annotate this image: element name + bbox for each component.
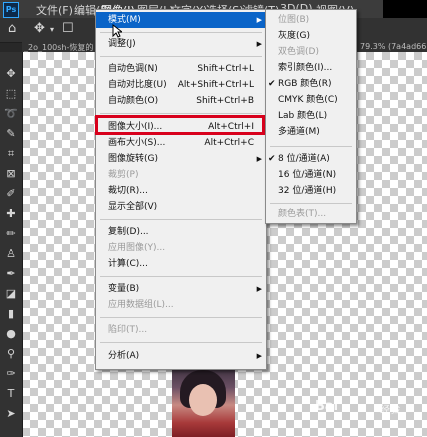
chevron-down-icon[interactable]: ▾ [50, 25, 54, 34]
blur-tool-icon[interactable]: ● [3, 326, 19, 342]
mode-item-duotone: 双色调(D) [278, 47, 319, 57]
menu-item-analysis[interactable]: 分析(A) ▶ [96, 348, 266, 364]
submenu-arrow-icon: ▶ [256, 285, 262, 293]
photo-face [189, 384, 217, 416]
portrait-photo [172, 366, 235, 437]
menu-separator [270, 146, 352, 147]
menu-separator [100, 317, 262, 318]
mode-item-indexed-color[interactable]: 索引颜色(I)... [266, 60, 356, 76]
history-brush-tool-icon[interactable]: ✒ [3, 266, 19, 282]
lasso-tool-icon[interactable]: ➰ [3, 106, 19, 122]
submenu-arrow-icon: ▶ [256, 40, 262, 48]
move-tool-icon[interactable]: ✥ [3, 66, 19, 82]
marquee-tool-icon[interactable]: ⬚ [3, 86, 19, 102]
menu-item-trap: 陷印(T)... [108, 325, 148, 335]
menu-separator [100, 342, 262, 343]
menu-item-canvas-size[interactable]: 画布大小(S)... Alt+Ctrl+C [96, 135, 266, 151]
menu-item-trim[interactable]: 裁切(R)... [96, 183, 266, 199]
image-menu: 模式(M) ▶ 调整(J) ▶ 自动色调(N) Shift+Ctrl+L 自动对… [95, 9, 267, 370]
frame-tool-icon[interactable]: ⊠ [3, 166, 19, 182]
clone-stamp-tool-icon[interactable]: ♙ [3, 246, 19, 262]
document-tab[interactable]: _2o_100sh-恢复的 [24, 42, 93, 53]
auto-select-checkbox-icon[interactable]: ☐ [62, 21, 74, 36]
menu-separator [100, 276, 262, 277]
mode-item-16-bits[interactable]: 16 位/通道(N) [266, 167, 356, 183]
menu-separator [100, 219, 262, 220]
menu-separator [270, 203, 352, 204]
menu-item-auto-contrast[interactable]: 自动对比度(U) Alt+Shift+Ctrl+L [96, 77, 266, 93]
photoshop-logo-icon: Ps [3, 2, 19, 18]
mode-item-multichannel[interactable]: 多通道(M) [266, 124, 356, 140]
watermark-brand: Bai [315, 399, 339, 414]
brush-tool-icon[interactable]: ✏ [3, 226, 19, 242]
path-selection-tool-icon[interactable]: ➤ [3, 406, 19, 422]
mode-item-32-bits[interactable]: 32 位/通道(H) [266, 183, 356, 199]
mode-item-bitmap: 位图(B) [278, 15, 310, 25]
eraser-tool-icon[interactable]: ◪ [3, 286, 19, 302]
dodge-tool-icon[interactable]: ⚲ [3, 346, 19, 362]
checkmark-icon: ✔ [268, 154, 276, 164]
menu-separator [100, 113, 262, 114]
menu-item-crop: 裁剪(P) [108, 170, 139, 180]
healing-brush-tool-icon[interactable]: ✚ [3, 206, 19, 222]
watermark-suffix: 经验 [380, 405, 400, 416]
checkmark-icon: ✔ [268, 79, 276, 89]
crop-tool-icon[interactable]: ⌗ [3, 146, 19, 162]
menu-item-auto-color[interactable]: 自动颜色(O) Shift+Ctrl+B [96, 93, 266, 109]
menu-separator [100, 32, 262, 33]
quick-select-tool-icon[interactable]: ✎ [3, 126, 19, 142]
home-icon[interactable]: ⌂ [8, 21, 16, 36]
menu-item-adjustments[interactable]: 调整(J) ▶ [96, 36, 266, 52]
tools-panel: ✥ ⬚ ➰ ✎ ⌗ ⊠ ✐ ✚ ✏ ♙ ✒ ◪ ▮ ● ⚲ ✑ T ➤ [0, 52, 23, 437]
mouse-cursor-icon [112, 24, 122, 38]
submenu-arrow-icon: ▶ [256, 16, 262, 24]
menu-item-duplicate[interactable]: 复制(D)... [96, 224, 266, 240]
submenu-arrow-icon: ▶ [256, 155, 262, 163]
menu-item-apply-data-set: 应用数据组(L)... [108, 300, 174, 310]
eyedropper-tool-icon[interactable]: ✐ [3, 186, 19, 202]
menu-item-variables[interactable]: 变量(B) ▶ [96, 281, 266, 297]
pen-tool-icon[interactable]: ✑ [3, 366, 19, 382]
gradient-tool-icon[interactable]: ▮ [3, 306, 19, 322]
menu-file[interactable]: 文件(F) [36, 2, 73, 18]
move-tool-icon[interactable]: ✥ [34, 21, 45, 36]
mode-item-cmyk-color[interactable]: CMYK 颜色(C) [266, 92, 356, 108]
menu-item-image-rotation[interactable]: 图像旋转(G) ▶ [96, 151, 266, 167]
mode-item-rgb-color[interactable]: ✔ RGB 颜色(R) [266, 76, 356, 92]
menu-item-auto-tone[interactable]: 自动色调(N) Shift+Ctrl+L [96, 61, 266, 77]
submenu-arrow-icon: ▶ [256, 352, 262, 360]
mode-item-8-bits[interactable]: ✔ 8 位/通道(A) [266, 151, 356, 167]
menu-separator [100, 56, 262, 57]
mode-item-grayscale[interactable]: 灰度(G) [266, 28, 356, 44]
type-tool-icon[interactable]: T [3, 386, 19, 402]
menu-item-reveal-all[interactable]: 显示全部(V) [96, 199, 266, 215]
highlight-box [95, 115, 265, 135]
mode-item-lab-color[interactable]: Lab 颜色(L) [266, 108, 356, 124]
document-tab-zoom[interactable]: 79.3% (7a4ad6651c [360, 42, 427, 51]
mode-item-color-table: 颜色表(T)... [278, 209, 327, 219]
menu-item-apply-image: 应用图像(Y)... [108, 243, 166, 253]
mode-submenu: 位图(B) 灰度(G) 双色调(D) 索引颜色(I)... ✔ RGB 颜色(R… [265, 9, 357, 224]
menu-item-calculations[interactable]: 计算(C)... [96, 256, 266, 272]
